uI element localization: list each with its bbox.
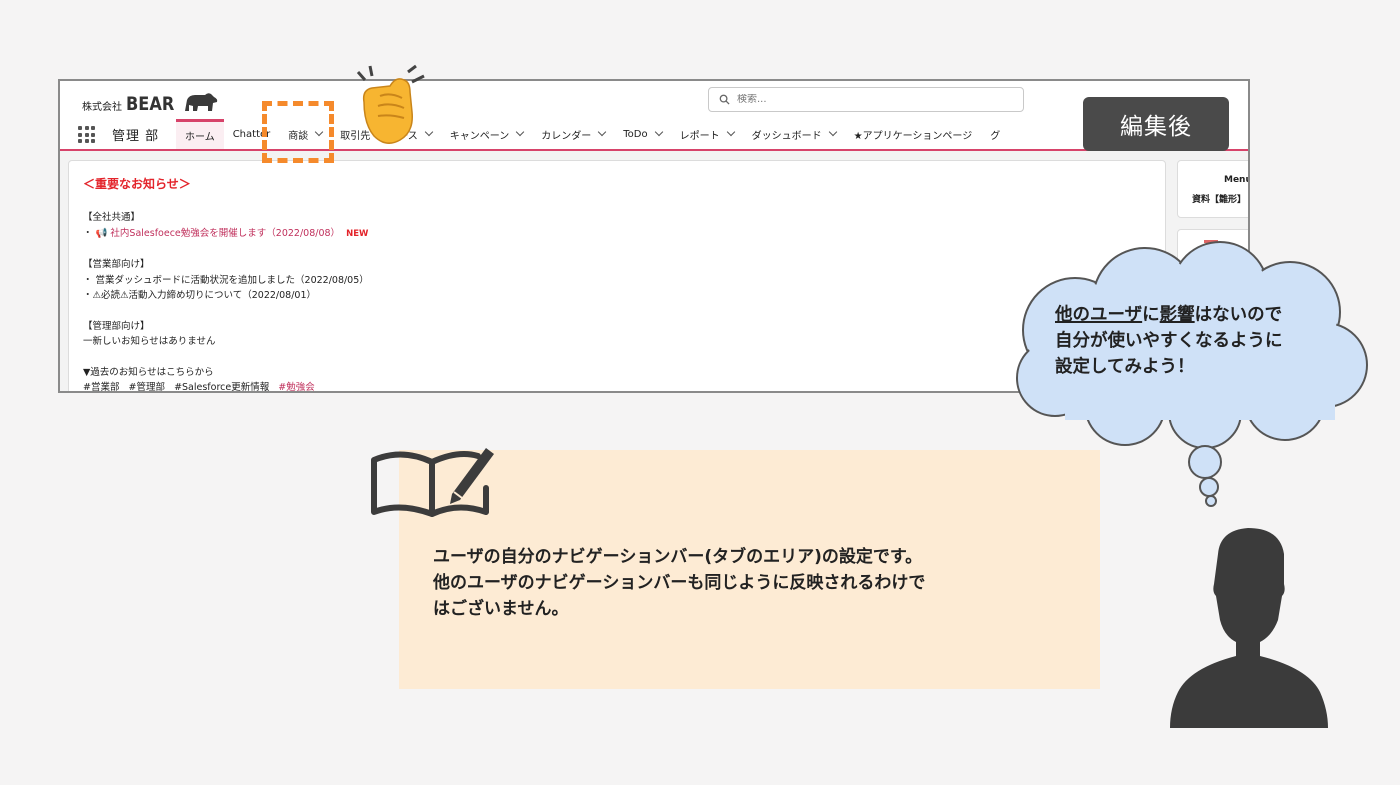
nav-tab-0[interactable]: ホーム: [176, 119, 224, 149]
chevron-down-icon[interactable]: [598, 127, 607, 137]
notice-item: 一新しいお知らせはありません: [83, 336, 216, 347]
notice-card: ＜重要なお知らせ＞ 【全社共通】 ・ 📢 社内Salesfoece勉強会を開催し…: [68, 160, 1166, 391]
chevron-down-icon[interactable]: [654, 127, 663, 137]
cloud-line-1: 他のユーザに影響はないので: [1055, 305, 1283, 325]
past-notices-heading: ▼過去のお知らせはこちらから: [83, 366, 214, 378]
tag-study-session[interactable]: #勉強会: [278, 382, 314, 391]
info-line-1: ユーザの自分のナビゲーションバー(タブのエリア)の設定です。: [433, 547, 923, 567]
nav-tab-label: レポート: [679, 130, 720, 142]
nav-tab-label: ホーム: [185, 132, 215, 143]
side-menu-card: Menu 資料【雛形】: [1177, 160, 1250, 218]
nav-tab-10[interactable]: ★アプリケーションページ: [845, 119, 982, 149]
highlight-dashed-box: [262, 101, 334, 163]
notice-link-study-session[interactable]: 社内Salesfoece勉強会を開催します（2022/08/08）: [110, 228, 340, 239]
tag-management[interactable]: #管理部: [129, 382, 165, 391]
info-line-3: はございません。: [433, 599, 569, 619]
edit-after-badge: 編集後: [1083, 97, 1229, 151]
chevron-down-icon[interactable]: [516, 127, 525, 137]
app-name: 管理 部: [112, 129, 160, 144]
side-card-title: Menu: [1224, 175, 1250, 185]
side-card-text[interactable]: 資料【雛形】: [1192, 192, 1246, 205]
cloud-message: 他のユーザに影響はないので 自分が使いやすくなるように 設定してみよう！: [1055, 302, 1283, 380]
notice-title: ＜重要なお知らせ＞: [83, 177, 191, 191]
global-search[interactable]: [708, 87, 1024, 112]
nav-tab-label: グ: [990, 130, 1001, 142]
info-message: ユーザの自分のナビゲーションバー(タブのエリア)の設定です。 他のユーザのナビゲ…: [433, 544, 925, 622]
nav-tab-7[interactable]: ToDo: [614, 119, 670, 149]
chevron-down-icon[interactable]: [828, 127, 837, 137]
bullet: ・: [83, 227, 93, 239]
nav-tab-label: キャンペーン: [449, 130, 510, 142]
bear-icon: [184, 93, 217, 111]
nav-tab-11[interactable]: グ: [981, 119, 1009, 149]
notice-item[interactable]: ・ 営業ダッシュボードに活動状況を追加しました（2022/08/05）: [83, 273, 1151, 289]
sales-heading: 【営業部向け】: [83, 259, 150, 270]
cloud-line-3: 設定してみよう！: [1055, 357, 1195, 377]
nav-tab-label: ★アプリケーションページ: [853, 130, 973, 142]
nav-tab-9[interactable]: ダッシュボード: [743, 119, 845, 149]
nav-tab-label: ToDo: [623, 128, 648, 140]
nav-tab-8[interactable]: レポート: [671, 119, 743, 149]
new-badge: NEW: [346, 228, 369, 239]
all-company-heading: 【全社共通】: [83, 212, 141, 223]
app-header: 株式会社 BEAR 管理 部 ホームChatter商談取引先ケースキャンペーンカ…: [60, 81, 1248, 151]
megaphone-icon: 📢: [95, 227, 108, 239]
nav-tab-5[interactable]: キャンペーン: [441, 119, 533, 149]
search-input[interactable]: [737, 94, 997, 105]
nav-tab-6[interactable]: カレンダー: [532, 119, 614, 149]
book-pencil-icon: [371, 448, 494, 517]
brand-name: BEAR: [126, 93, 175, 115]
search-icon: [719, 94, 730, 105]
notice-item[interactable]: ・⚠必読⚠活動入力締め切りについて（2022/08/01）: [83, 288, 1151, 304]
brand-logo[interactable]: 株式会社 BEAR: [82, 91, 219, 115]
tag-salesforce-updates[interactable]: #Salesforce更新情報: [174, 382, 269, 391]
info-line-2: 他のユーザのナビゲーションバーも同じように反映されるわけで: [433, 573, 926, 593]
tag-list: #営業部 #管理部 #Salesforce更新情報 #勉強会: [83, 380, 1151, 391]
app-launcher-icon[interactable]: [78, 126, 95, 143]
chevron-down-icon[interactable]: [726, 127, 735, 137]
clapping-hands-icon: [356, 64, 425, 144]
brand-prefix: 株式会社: [82, 102, 122, 113]
management-heading: 【管理部向け】: [83, 320, 150, 332]
cloud-line-2: 自分が使いやすくなるように: [1055, 331, 1283, 351]
nav-tab-label: カレンダー: [541, 130, 592, 142]
person-silhouette-icon: [1170, 528, 1328, 728]
nav-tab-label: ダッシュボード: [751, 130, 822, 142]
notice-item: ・ 📢 社内Salesfoece勉強会を開催します（2022/08/08） NE…: [83, 226, 1151, 243]
tag-sales[interactable]: #営業部: [83, 382, 119, 391]
